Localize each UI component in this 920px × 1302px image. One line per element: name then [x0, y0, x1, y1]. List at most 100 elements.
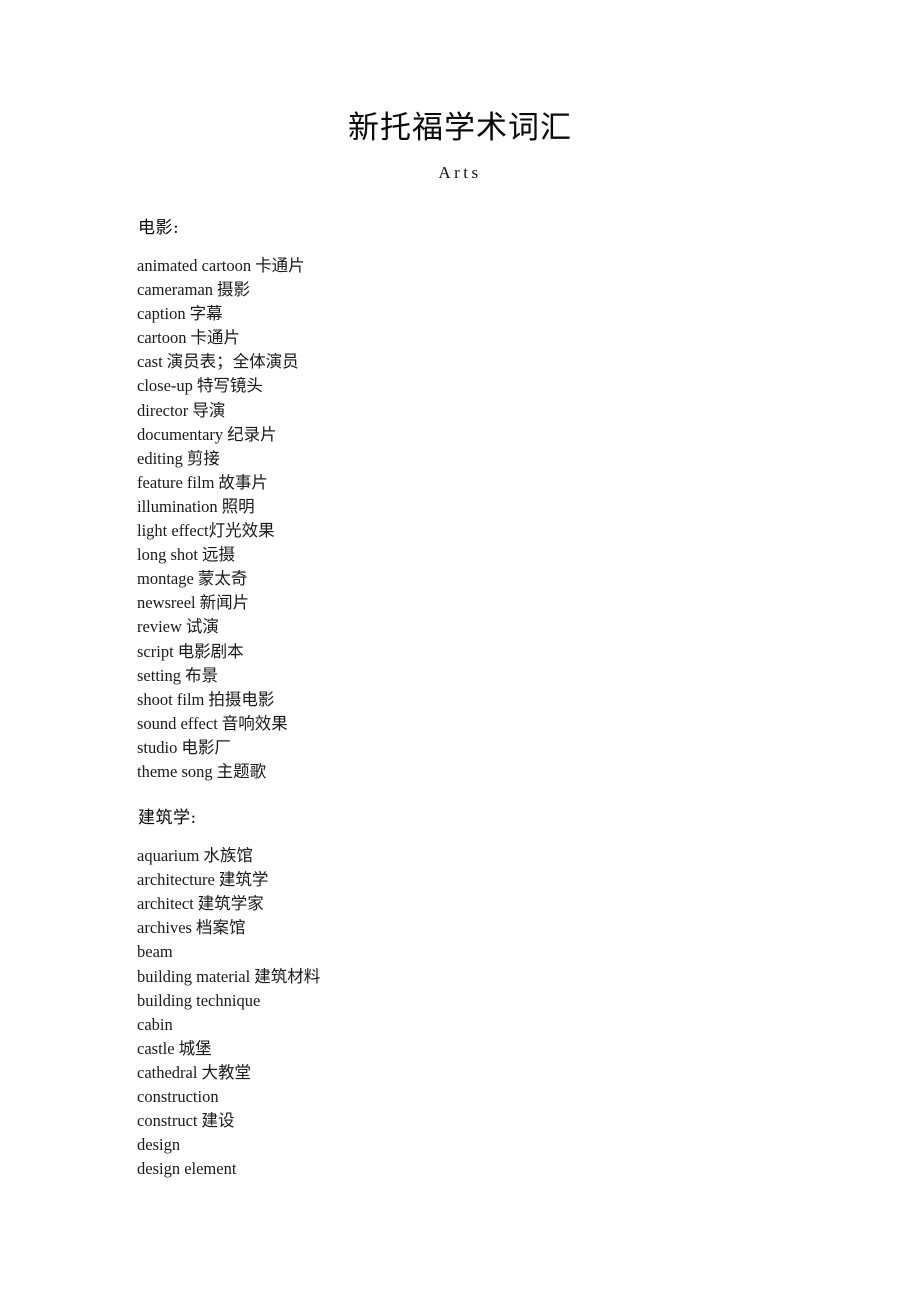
- vocabulary-entry: newsreel 新闻片: [137, 591, 837, 615]
- entry-gloss: 照明: [221, 496, 255, 516]
- vocabulary-entry: editing 剪接: [137, 447, 837, 471]
- entry-term: review: [137, 617, 182, 637]
- entry-gloss: 建设: [201, 1111, 235, 1131]
- page-subtitle: Arts: [438, 163, 482, 182]
- vocabulary-section: 建筑学: aquarium 水族馆 architecture 建筑学 architect 建…: [137, 806, 837, 1181]
- vocabulary-entry: archives 档案馆: [137, 916, 837, 940]
- entry-term: illumination: [137, 496, 218, 516]
- entry-gloss: 大教堂: [201, 1062, 251, 1082]
- vocabulary-entry: theme song 主题歌: [137, 760, 837, 784]
- vocabulary-entry: sound effect 音响效果: [137, 712, 837, 736]
- vocabulary-entry: beam: [137, 940, 837, 964]
- entry-term: shoot film: [137, 689, 205, 709]
- entry-gloss: 主题歌: [216, 761, 267, 781]
- vocabulary-entry: building technique: [137, 989, 837, 1013]
- entry-term: cast: [137, 352, 163, 372]
- vocabulary-entry: director 导演: [137, 399, 837, 423]
- entry-term: animated cartoon: [137, 256, 252, 275]
- vocabulary-entry: construction: [137, 1085, 837, 1109]
- entry-term: cabin: [137, 1014, 173, 1034]
- vocabulary-entry: cathedral 大教堂: [137, 1061, 837, 1085]
- vocabulary-entry: building material 建筑材料: [137, 965, 837, 989]
- vocabulary-entry: illumination 照明: [137, 495, 837, 519]
- entry-term: cathedral: [137, 1062, 198, 1082]
- vocabulary-entry: castle 城堡: [137, 1037, 837, 1061]
- entry-term: archives: [137, 918, 192, 938]
- entry-term: sound effect: [137, 713, 218, 733]
- entry-term: montage: [137, 569, 194, 589]
- entry-list: aquarium 水族馆 architecture 建筑学 architect 建筑学家 a…: [137, 844, 837, 1181]
- entry-gloss: 卡通片: [255, 256, 305, 275]
- entry-term: script: [137, 641, 174, 661]
- entry-gloss: 故事片: [218, 472, 268, 492]
- vocabulary-entry: close-up 特写镜头: [137, 374, 837, 398]
- vocabulary-entry: documentary 纪录片: [137, 423, 837, 447]
- entry-term: building material: [137, 966, 251, 986]
- entry-term: architect: [137, 894, 194, 914]
- vocabulary-entry: light effect灯光效果: [137, 519, 837, 543]
- page-title: 新托福学术词汇: [348, 110, 572, 146]
- entry-term: building technique: [137, 990, 261, 1010]
- vocabulary-entry: aquarium 水族馆: [137, 844, 837, 868]
- title-block: 新托福学术词汇 Arts: [0, 108, 920, 184]
- vocabulary-entry: construct 建设: [137, 1109, 837, 1133]
- document-page: 新托福学术词汇 Arts 电影: animated cartoon 卡通片 camer…: [0, 0, 920, 1302]
- entry-term: light effect: [137, 521, 209, 541]
- entry-term: aquarium: [137, 846, 200, 866]
- vocabulary-entry: shoot film 拍摄电影: [137, 688, 837, 712]
- entry-gloss: 摄影: [217, 280, 251, 300]
- vocabulary-body: 电影: animated cartoon 卡通片 cameraman 摄影 caption…: [137, 216, 837, 1181]
- entry-gloss: 城堡: [178, 1038, 212, 1058]
- entry-term: caption: [137, 304, 186, 324]
- entry-gloss: 灯光效果: [208, 521, 275, 541]
- vocabulary-entry: review 试演: [137, 615, 837, 639]
- entry-gloss: 远摄: [201, 545, 235, 565]
- entry-gloss: 拍摄电影: [208, 689, 275, 709]
- vocabulary-entry: cabin: [137, 1013, 837, 1037]
- entry-term: theme song: [137, 761, 213, 781]
- entry-gloss: 卡通片: [190, 328, 240, 348]
- vocabulary-entry: cast 演员表；全体演员: [137, 350, 837, 374]
- entry-gloss: 建筑学家: [197, 894, 264, 914]
- vocabulary-section: 电影: animated cartoon 卡通片 cameraman 摄影 caption…: [137, 216, 837, 784]
- entry-term: close-up: [137, 376, 193, 396]
- entry-term: studio: [137, 737, 178, 757]
- vocabulary-entry: script 电影剧本: [137, 640, 837, 664]
- entry-term: documentary: [137, 424, 224, 444]
- entry-gloss: 剪接: [186, 448, 220, 468]
- entry-gloss: 字幕: [189, 304, 223, 324]
- entry-gloss: 特写镜头: [196, 376, 263, 396]
- entry-term: editing: [137, 448, 183, 468]
- entry-term: construct: [137, 1111, 198, 1131]
- entry-term: construction: [137, 1087, 219, 1106]
- entry-term: director: [137, 400, 189, 420]
- vocabulary-entry: montage 蒙太奇: [137, 567, 837, 591]
- entry-gloss: 导演: [192, 400, 226, 420]
- vocabulary-entry: design element: [137, 1157, 837, 1181]
- entry-term: beam: [137, 942, 173, 962]
- section-heading: 建筑学:: [138, 808, 197, 829]
- entry-gloss: 蒙太奇: [197, 569, 248, 589]
- section-heading: 电影:: [138, 218, 180, 238]
- vocabulary-entry: caption 字幕: [137, 302, 837, 326]
- entry-gloss: 试演: [185, 617, 219, 637]
- vocabulary-entry: studio 电影厂: [137, 736, 837, 760]
- entry-term: long shot: [137, 545, 198, 565]
- vocabulary-entry: cameraman 摄影: [137, 278, 837, 302]
- entry-gloss: 水族馆: [203, 846, 253, 866]
- vocabulary-entry: architect 建筑学家: [137, 892, 837, 916]
- vocabulary-entry: cartoon 卡通片: [137, 326, 837, 350]
- entry-gloss: 档案馆: [195, 918, 246, 938]
- entry-gloss: 建筑材料: [254, 966, 321, 986]
- entry-gloss: 音响效果: [221, 713, 288, 733]
- vocabulary-entry: design: [137, 1133, 837, 1157]
- entry-term: setting: [137, 665, 181, 685]
- entry-term: cartoon: [137, 328, 187, 348]
- entry-term: castle: [137, 1038, 175, 1058]
- vocabulary-entry: setting 布景: [137, 664, 837, 688]
- entry-term: feature film: [137, 472, 215, 492]
- entry-list: animated cartoon 卡通片 cameraman 摄影 caption 字幕 c…: [137, 254, 837, 784]
- entry-gloss: 纪录片: [227, 424, 277, 444]
- entry-gloss: 布景: [185, 665, 218, 685]
- entry-term: architecture: [137, 870, 215, 890]
